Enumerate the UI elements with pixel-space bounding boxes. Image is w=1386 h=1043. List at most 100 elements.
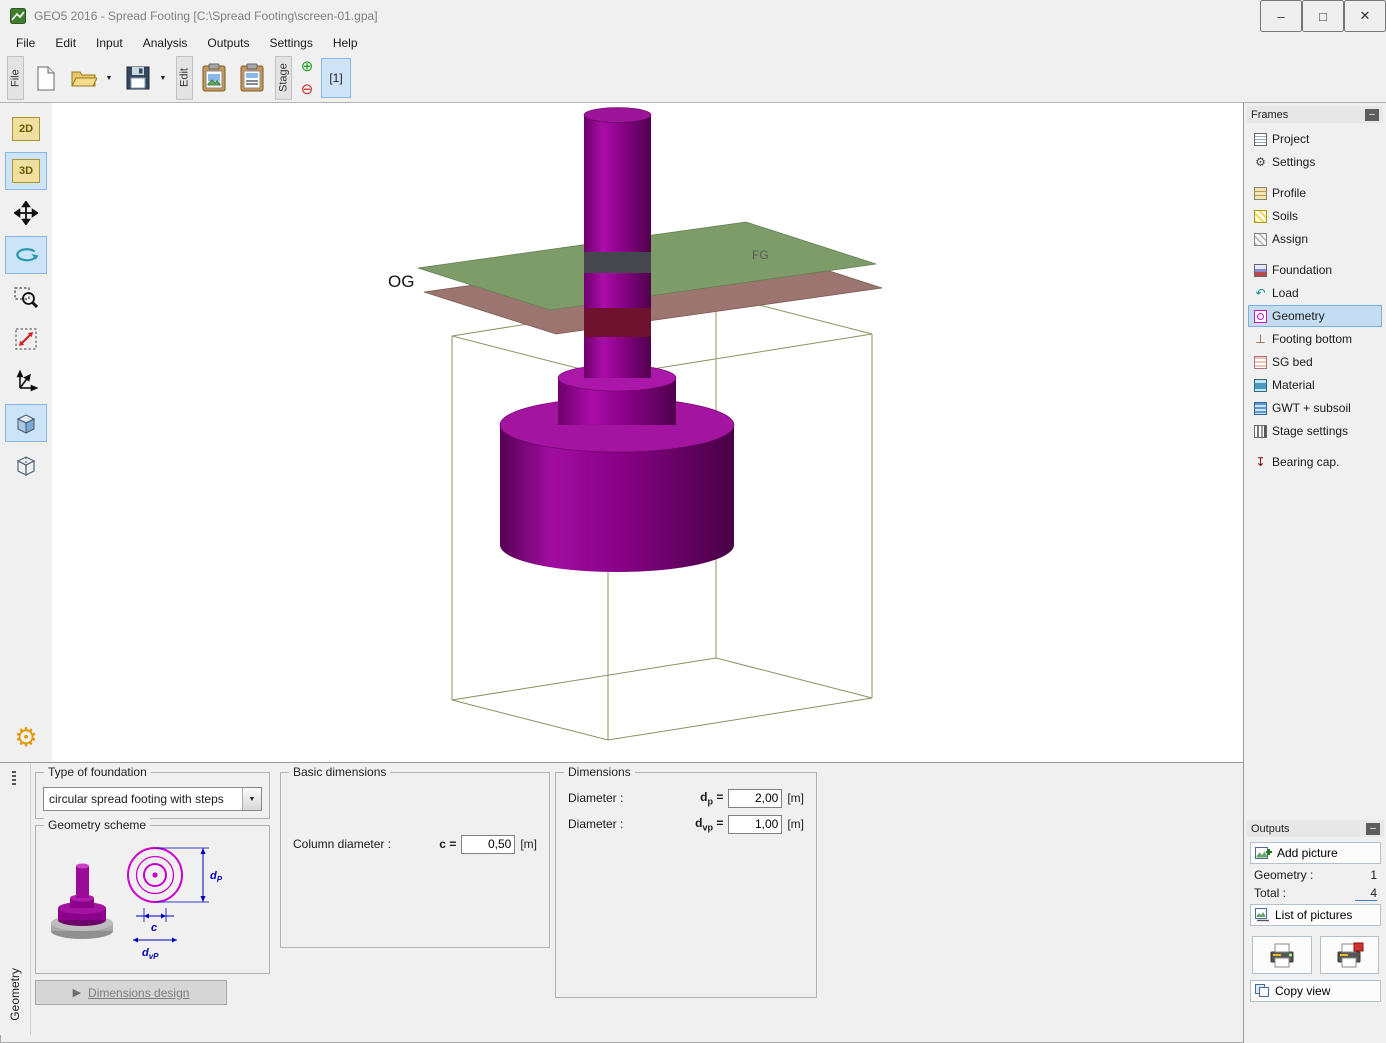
remove-stage-button[interactable]: ⊖	[299, 81, 315, 98]
dp-diameter-input[interactable]	[728, 789, 782, 808]
frames-minimize-button[interactable]: –	[1365, 109, 1379, 121]
frames-item-gwt-subsoil[interactable]: GWT + subsoil	[1248, 397, 1382, 419]
frames-item-sg-bed[interactable]: SG bed	[1248, 351, 1382, 373]
maximize-button[interactable]: □	[1302, 0, 1344, 32]
viewport-3d[interactable]: FG OG	[52, 103, 1243, 762]
wireframe-cube-icon	[14, 453, 38, 477]
menu-bar: File Edit Input Analysis Outputs Setting…	[0, 32, 1386, 54]
frames-item-stage-settings[interactable]: Stage settings	[1248, 420, 1382, 442]
menu-edit[interactable]: Edit	[45, 33, 86, 53]
frames-item-settings[interactable]: ⚙ Settings	[1248, 151, 1382, 173]
group-title: Dimensions	[564, 765, 635, 779]
dimensions-design-button[interactable]: ▶ Dimensions design	[35, 980, 227, 1005]
column-diameter-input[interactable]	[461, 835, 515, 854]
shaded-cube-icon	[14, 411, 38, 435]
stage-1-button[interactable]: [1]	[321, 58, 351, 98]
open-dropdown-icon[interactable]: ▼	[103, 57, 115, 99]
geometry-picture-count: 1	[1355, 868, 1377, 882]
3d-icon: 3D	[12, 159, 40, 183]
menu-input[interactable]: Input	[86, 33, 133, 53]
play-icon: ▶	[73, 986, 81, 999]
rotate-tool-button[interactable]	[5, 236, 47, 274]
frames-item-project[interactable]: Project	[1248, 128, 1382, 150]
frames-item-bearing-cap[interactable]: ↧ Bearing cap.	[1248, 451, 1382, 473]
minimize-button[interactable]: –	[1260, 0, 1302, 32]
frames-item-foundation[interactable]: Foundation	[1248, 259, 1382, 281]
type-of-foundation-group: Type of foundation circular spread footi…	[35, 772, 270, 819]
open-file-button[interactable]	[65, 57, 103, 99]
frames-item-assign[interactable]: Assign	[1248, 228, 1382, 250]
print-log-button[interactable]	[1320, 936, 1380, 974]
dvp-diameter-input[interactable]	[728, 815, 782, 834]
view-2d-button[interactable]: 2D	[5, 110, 47, 148]
pan-tool-button[interactable]	[5, 194, 47, 232]
copy-picture-button[interactable]	[196, 57, 234, 99]
app-window: { "window": { "title": "GEO5 2016 - Spre…	[0, 0, 1386, 1043]
app-icon	[10, 8, 26, 24]
copy-view-icon	[1255, 984, 1270, 998]
zoom-window-button[interactable]	[5, 278, 47, 316]
print-button[interactable]	[1252, 936, 1312, 974]
menu-outputs[interactable]: Outputs	[197, 33, 259, 53]
dimensions-group: Dimensions Diameter : dp = [m] Diameter …	[555, 772, 817, 998]
menu-analysis[interactable]: Analysis	[133, 33, 198, 53]
list-of-pictures-button[interactable]: List of pictures	[1250, 904, 1381, 926]
frames-item-footing-bottom[interactable]: ⊥ Footing bottom	[1248, 328, 1382, 350]
add-stage-button[interactable]: ⊕	[299, 58, 315, 75]
toolbar-stage-tab[interactable]: Stage	[275, 56, 292, 100]
menu-file[interactable]: File	[6, 33, 45, 53]
frames-item-load[interactable]: ↶ Load	[1248, 282, 1382, 304]
add-picture-button[interactable]: Add picture	[1250, 842, 1381, 864]
save-file-button[interactable]	[119, 57, 157, 99]
menu-settings[interactable]: Settings	[259, 33, 322, 53]
save-dropdown-icon[interactable]: ▼	[157, 57, 169, 99]
geometry-scheme-figure: dP c dvP	[37, 830, 266, 971]
scene-3d: FG OG	[52, 103, 1243, 762]
scheme-plan-circles	[128, 848, 182, 902]
view-3d-button[interactable]: 3D	[5, 152, 47, 190]
main-toolbar: File ▼ ▼ Edit	[0, 54, 1386, 103]
menu-help[interactable]: Help	[323, 33, 368, 53]
panel-grip-icon	[12, 771, 16, 785]
foundation-icon	[1254, 264, 1267, 277]
og-label: OG	[388, 272, 414, 291]
c-dimension	[136, 908, 174, 922]
foundation-type-select[interactable]: circular spread footing with steps ▼	[43, 787, 262, 811]
copy-view-button[interactable]: Copy view	[1250, 980, 1381, 1002]
shaded-view-button[interactable]	[5, 404, 47, 442]
combo-dropdown-icon[interactable]: ▼	[242, 788, 261, 810]
copy-picture-list-button[interactable]	[234, 57, 272, 99]
close-button[interactable]: ✕	[1344, 0, 1386, 32]
outputs-total-row: Total : 4	[1254, 886, 1377, 901]
geometry-icon	[1254, 310, 1267, 323]
c-label: c	[151, 922, 157, 934]
axes-icon	[14, 369, 38, 393]
fg-intersection-band	[584, 252, 651, 273]
toolbar-edit-tab[interactable]: Edit	[176, 56, 193, 100]
geometry-scheme-group: Geometry scheme	[35, 825, 270, 974]
frames-item-material[interactable]: Material	[1248, 374, 1382, 396]
frames-item-geometry[interactable]: Geometry	[1248, 305, 1382, 327]
column-3d	[584, 115, 651, 378]
frames-item-profile[interactable]: Profile	[1248, 182, 1382, 204]
add-picture-icon	[1255, 846, 1272, 860]
frames-item-soils[interactable]: Soils	[1248, 205, 1382, 227]
stage-settings-icon	[1254, 425, 1267, 438]
assign-icon	[1254, 233, 1267, 246]
gwt-subsoil-icon	[1254, 402, 1267, 415]
basic-dimensions-group: Basic dimensions Column diameter : c = […	[280, 772, 550, 948]
view-settings-gear-icon[interactable]: ⚙	[14, 724, 37, 750]
dvp-diameter-row: Diameter : dvp = [m]	[556, 811, 816, 837]
outputs-geometry-row: Geometry : 1	[1254, 868, 1377, 882]
zoom-extents-button[interactable]	[5, 320, 47, 358]
group-title: Type of foundation	[44, 765, 151, 779]
wireframe-view-button[interactable]	[5, 446, 47, 484]
fg-label: FG	[752, 248, 769, 262]
axes-tool-button[interactable]	[5, 362, 47, 400]
new-file-button[interactable]	[27, 57, 65, 99]
outputs-minimize-button[interactable]: –	[1366, 823, 1380, 835]
gear-icon: ⚙	[1254, 156, 1267, 169]
dp-label: dP	[210, 870, 223, 884]
toolbar-file-tab[interactable]: File	[7, 56, 24, 100]
copy-picture-icon	[201, 63, 229, 93]
